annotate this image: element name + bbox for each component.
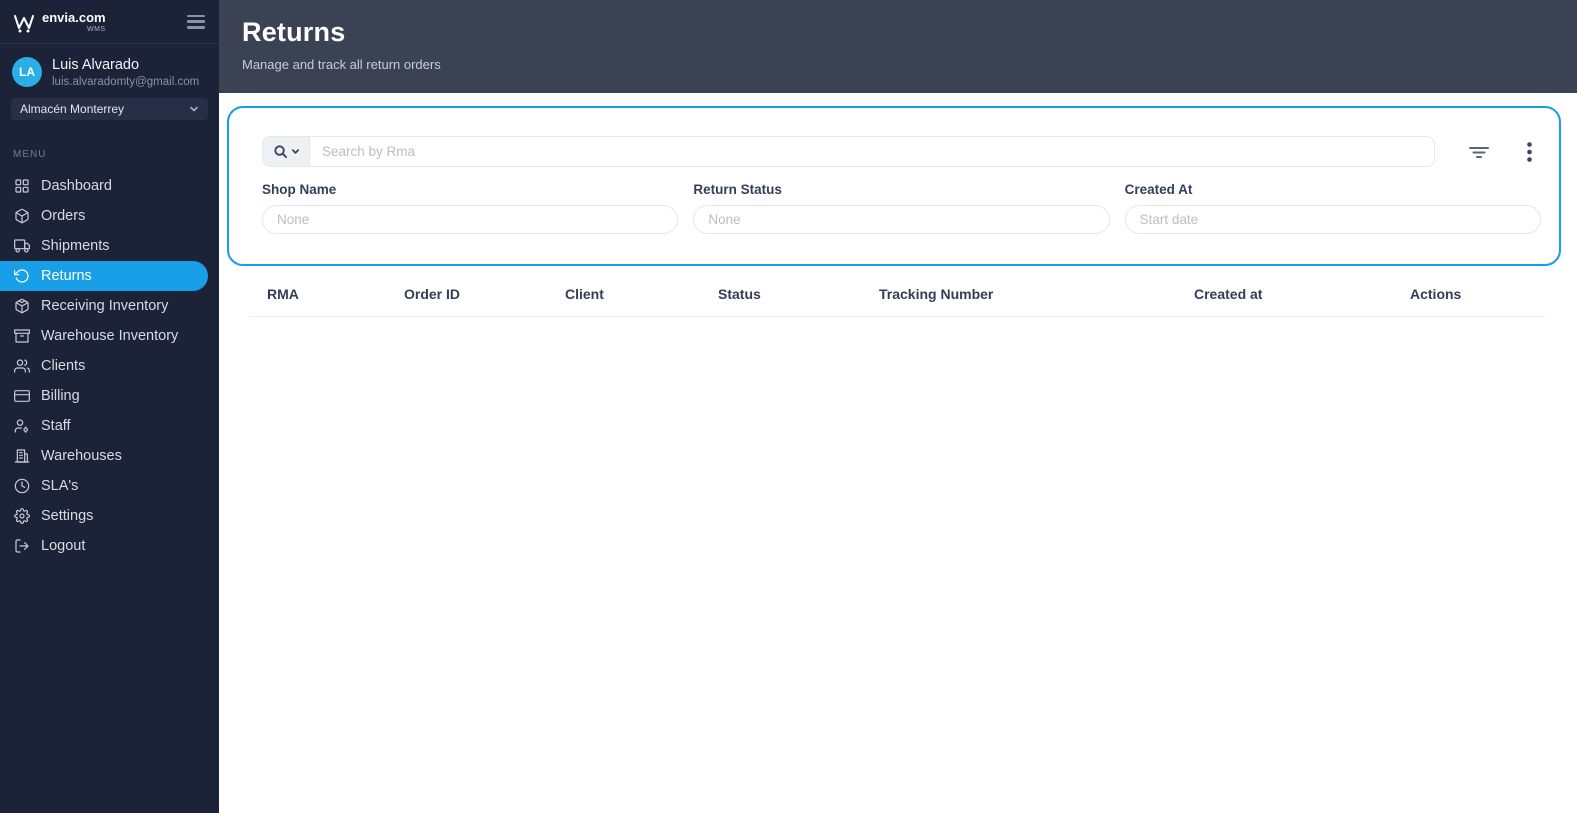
sidebar-item-label: Logout bbox=[41, 537, 86, 554]
user-info: Luis Alvarado luis.alvaradomty@gmail.com bbox=[52, 57, 199, 88]
sidebar-item-warehouses[interactable]: Warehouses bbox=[0, 441, 219, 471]
search-input[interactable] bbox=[310, 137, 1434, 166]
column-header-status: Status bbox=[718, 273, 879, 317]
page-header: Returns Manage and track all return orde… bbox=[219, 0, 1577, 93]
sidebar-item-label: Receiving Inventory bbox=[41, 297, 169, 314]
truck-icon bbox=[13, 237, 30, 254]
sidebar-item-shipments[interactable]: Shipments bbox=[0, 231, 219, 261]
filter-fields-row: Shop Name Return Status Created At bbox=[262, 182, 1541, 234]
avatar: LA bbox=[12, 57, 42, 88]
user-gear-icon bbox=[13, 417, 30, 434]
column-header-created-at: Created at bbox=[1194, 273, 1410, 317]
filter-field-return-status: Return Status bbox=[693, 182, 1110, 234]
filter-field-label: Created At bbox=[1124, 182, 1193, 197]
receiving-box-icon bbox=[13, 297, 30, 314]
brand-name: envia.com bbox=[42, 9, 106, 25]
brand-logo: envia.com WMS bbox=[12, 11, 106, 33]
filter-button[interactable] bbox=[1467, 140, 1491, 164]
sidebar-item-receiving-inventory[interactable]: Receiving Inventory bbox=[0, 291, 219, 321]
sidebar-item-orders[interactable]: Orders bbox=[0, 201, 219, 231]
user-name: Luis Alvarado bbox=[52, 57, 140, 73]
sidebar-item-label: Returns bbox=[41, 267, 92, 284]
column-header-order-id: Order ID bbox=[404, 273, 565, 317]
brand-product: WMS bbox=[86, 25, 106, 33]
page-title: Returns bbox=[242, 17, 346, 47]
table-header-row: RMA Order ID Client Status Tracking Numb… bbox=[250, 273, 1545, 317]
gear-icon bbox=[13, 507, 30, 524]
sidebar-item-billing[interactable]: Billing bbox=[0, 381, 219, 411]
return-status-input[interactable] bbox=[693, 205, 1110, 234]
logout-icon bbox=[13, 537, 30, 554]
kebab-menu-icon bbox=[1526, 141, 1532, 162]
clock-icon bbox=[13, 477, 30, 494]
filter-panel: Shop Name Return Status Created At bbox=[227, 106, 1561, 266]
sidebar-nav: Dashboard Orders Shipments Returns Recei… bbox=[0, 171, 219, 561]
page-subtitle: Manage and track all return orders bbox=[242, 57, 441, 72]
sidebar-item-label: Dashboard bbox=[41, 177, 112, 194]
hamburger-menu-icon[interactable] bbox=[187, 14, 205, 29]
main-content: Returns Manage and track all return orde… bbox=[219, 0, 1577, 813]
filter-field-shop-name: Shop Name bbox=[262, 182, 679, 234]
sidebar-item-dashboard[interactable]: Dashboard bbox=[0, 171, 219, 201]
filter-field-label: Shop Name bbox=[262, 182, 337, 197]
menu-section-label: MENU bbox=[13, 148, 47, 160]
search-type-selector[interactable] bbox=[263, 137, 310, 166]
sidebar-item-label: Orders bbox=[41, 207, 86, 224]
column-header-client: Client bbox=[565, 273, 718, 317]
more-options-button[interactable] bbox=[1521, 140, 1537, 164]
archive-icon bbox=[13, 327, 30, 344]
envia-w-logo-icon bbox=[14, 14, 34, 32]
sidebar-item-label: Settings bbox=[41, 507, 94, 524]
filter-icon bbox=[1469, 146, 1489, 158]
sidebar-item-warehouse-inventory[interactable]: Warehouse Inventory bbox=[0, 321, 219, 351]
user-email: luis.alvaradomty@gmail.com bbox=[52, 75, 200, 88]
dashboard-icon bbox=[13, 177, 30, 194]
search-icon bbox=[273, 145, 287, 159]
credit-card-icon bbox=[13, 387, 30, 404]
sidebar: envia.com WMS LA Luis Alvarado luis.alva… bbox=[0, 0, 219, 813]
sidebar-item-label: Warehouses bbox=[41, 447, 122, 464]
package-icon bbox=[13, 207, 30, 224]
brand-text: envia.com WMS bbox=[42, 11, 106, 33]
filter-field-created-at: Created At bbox=[1124, 182, 1541, 234]
building-icon bbox=[13, 447, 30, 464]
return-arrow-icon bbox=[13, 267, 30, 284]
sidebar-item-logout[interactable]: Logout bbox=[0, 531, 219, 561]
shop-name-input[interactable] bbox=[262, 205, 679, 234]
filter-field-label: Return Status bbox=[693, 182, 782, 197]
sidebar-item-label: Warehouse Inventory bbox=[41, 327, 179, 344]
warehouse-selector-value: Almacén Monterrey bbox=[20, 101, 125, 116]
search-row bbox=[262, 136, 1541, 167]
sidebar-item-label: Billing bbox=[41, 387, 80, 404]
chevron-down-icon bbox=[291, 149, 299, 154]
warehouse-selector[interactable]: Almacén Monterrey bbox=[11, 97, 208, 120]
sidebar-item-label: Shipments bbox=[41, 237, 110, 254]
sidebar-item-label: Clients bbox=[41, 357, 86, 374]
user-profile: LA Luis Alvarado luis.alvaradomty@gmail.… bbox=[0, 44, 219, 88]
sidebar-item-settings[interactable]: Settings bbox=[0, 501, 219, 531]
search-bar bbox=[262, 136, 1435, 167]
chevron-down-icon bbox=[190, 106, 198, 111]
created-at-input[interactable] bbox=[1124, 205, 1541, 234]
sidebar-item-staff[interactable]: Staff bbox=[0, 411, 219, 441]
column-header-rma: RMA bbox=[250, 273, 404, 317]
sidebar-item-label: Staff bbox=[41, 417, 71, 434]
logo-row: envia.com WMS bbox=[0, 0, 219, 44]
sidebar-item-slas[interactable]: SLA's bbox=[0, 471, 219, 501]
column-header-tracking-number: Tracking Number bbox=[879, 273, 1194, 317]
sidebar-item-label: SLA's bbox=[41, 477, 79, 494]
column-header-actions: Actions bbox=[1410, 273, 1545, 317]
sidebar-item-clients[interactable]: Clients bbox=[0, 351, 219, 381]
users-icon bbox=[13, 357, 30, 374]
app-window: envia.com WMS LA Luis Alvarado luis.alva… bbox=[0, 0, 1577, 813]
sidebar-item-returns[interactable]: Returns bbox=[0, 260, 208, 291]
returns-table: RMA Order ID Client Status Tracking Numb… bbox=[250, 273, 1545, 317]
